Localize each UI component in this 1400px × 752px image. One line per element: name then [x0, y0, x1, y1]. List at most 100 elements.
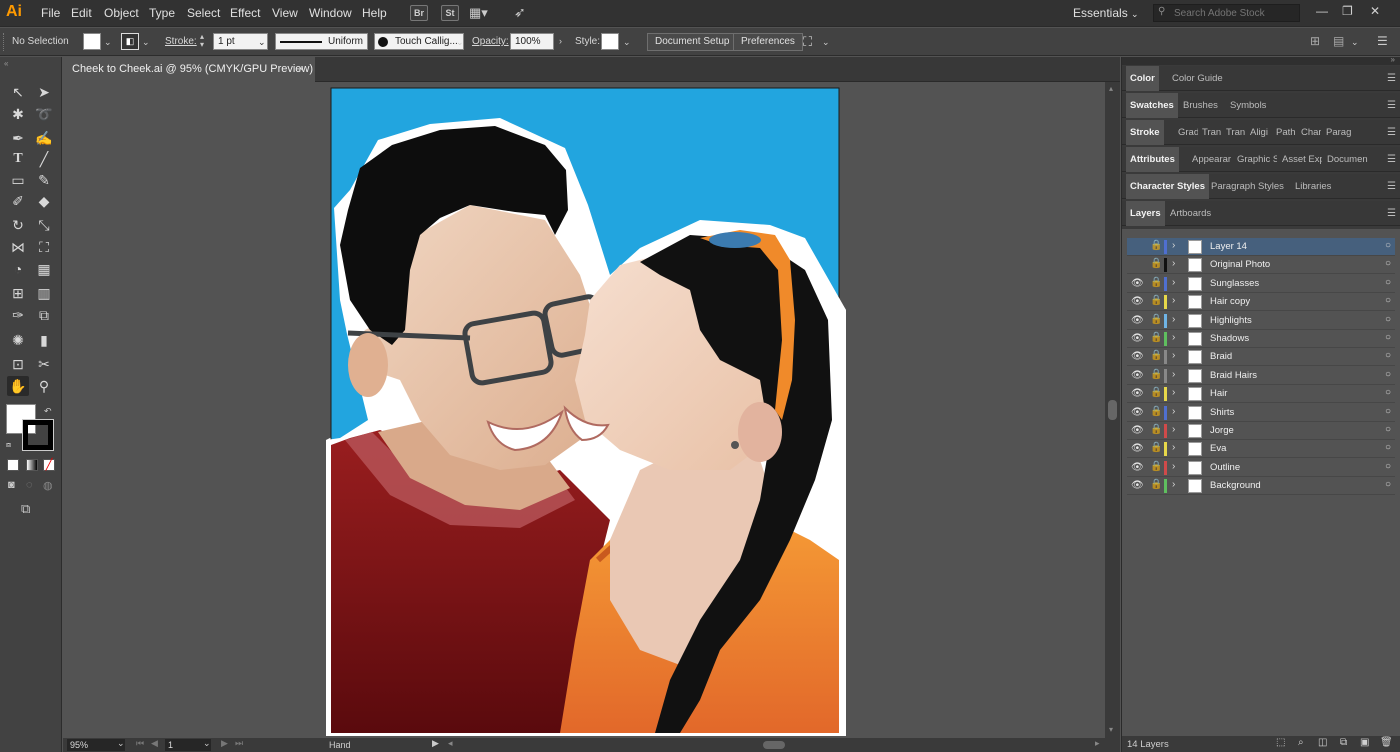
lock-toggle-icon[interactable]: 🔒	[1150, 406, 1162, 417]
symbol-sprayer-tool-icon[interactable]: ✺	[7, 330, 29, 350]
target-icon[interactable]: ○	[1385, 406, 1391, 417]
menu-object[interactable]: Object	[104, 6, 139, 20]
layer-row[interactable]: 👁 🔒 › Braid ○	[1127, 348, 1395, 367]
layer-name[interactable]: Jorge	[1210, 425, 1234, 436]
make-clipping-mask-icon[interactable]: ◫	[1318, 737, 1327, 748]
expand-layer-icon[interactable]: ›	[1172, 369, 1175, 380]
tab-transform[interactable]: Tran	[1222, 120, 1246, 145]
tab-attributes[interactable]: Attributes	[1126, 147, 1179, 172]
none-mode-icon[interactable]: ╱	[43, 459, 55, 471]
last-artboard-icon[interactable]: ⏭	[235, 738, 243, 749]
zoom-tool-icon[interactable]: ⚲	[33, 376, 55, 396]
type-tool-icon[interactable]: T	[7, 149, 29, 169]
layer-row[interactable]: 👁 🔒 › Jorge ○	[1127, 422, 1395, 440]
rectangle-tool-icon[interactable]: ▭	[7, 170, 29, 190]
minimize-icon[interactable]: —	[1316, 4, 1328, 18]
visibility-toggle-icon[interactable]: 👁	[1131, 407, 1144, 418]
select-similar-icon[interactable]: ⛶	[803, 34, 812, 50]
document-tab[interactable]: Cheek to Cheek.ai @ 95% (CMYK/GPU Previe…	[63, 57, 315, 82]
tab-color[interactable]: Color	[1126, 66, 1159, 91]
target-icon[interactable]: ○	[1385, 258, 1391, 269]
preferences-button[interactable]: Preferences	[733, 33, 803, 51]
expand-layer-icon[interactable]: ›	[1172, 442, 1175, 453]
eyedropper-tool-icon[interactable]: ✑	[7, 305, 29, 325]
align-icon[interactable]: ⊞	[1310, 34, 1320, 48]
expand-layer-icon[interactable]: ›	[1172, 314, 1175, 325]
target-icon[interactable]: ○	[1385, 479, 1391, 490]
tab-swatches[interactable]: Swatches	[1126, 93, 1178, 118]
chevron-right-icon[interactable]: ›	[559, 36, 562, 46]
menu-help[interactable]: Help	[362, 6, 387, 20]
layer-name[interactable]: Eva	[1210, 443, 1226, 454]
perspective-grid-tool-icon[interactable]: ▦	[33, 259, 55, 279]
create-sublayer-icon[interactable]: ⧉	[1340, 737, 1347, 748]
menu-select[interactable]: Select	[187, 6, 220, 20]
draw-behind-icon[interactable]: ◌	[26, 479, 33, 491]
layer-row[interactable]: 👁 🔒 › Outline ○	[1127, 459, 1395, 477]
menu-view[interactable]: View	[272, 6, 298, 20]
line-segment-tool-icon[interactable]: ╱	[33, 149, 55, 169]
visibility-toggle-icon[interactable]: 👁	[1131, 388, 1144, 399]
panel-menu-icon[interactable]: ☰	[1387, 208, 1396, 219]
chevron-down-icon[interactable]: ⌄	[822, 37, 830, 48]
panel-menu-icon[interactable]: ☰	[1387, 73, 1396, 84]
lock-toggle-icon[interactable]: 🔒	[1150, 442, 1162, 453]
lock-toggle-icon[interactable]: 🔒	[1150, 424, 1162, 435]
visibility-toggle-icon[interactable]: 👁	[1131, 443, 1144, 454]
layer-row[interactable]: 👁 🔒 › Sunglasses ○	[1127, 275, 1395, 293]
stroke-swatch[interactable]: ◧	[121, 33, 139, 50]
previous-artboard-icon[interactable]: ◀	[151, 738, 158, 749]
tab-artboards[interactable]: Artboards	[1166, 201, 1215, 226]
color-mode-icon[interactable]	[7, 459, 19, 471]
layer-row[interactable]: 👁 🔒 › Hair ○	[1127, 385, 1395, 404]
visibility-toggle-icon[interactable]: 👁	[1131, 278, 1144, 289]
lock-toggle-icon[interactable]: 🔒	[1150, 314, 1162, 325]
curvature-tool-icon[interactable]: ✍	[33, 128, 55, 148]
tab-transparency[interactable]: Tran	[1198, 120, 1222, 145]
draw-inside-icon[interactable]: ◍	[43, 479, 53, 492]
target-icon[interactable]: ○	[1385, 461, 1391, 472]
target-icon[interactable]: ○	[1385, 314, 1391, 325]
artboard-tool-icon[interactable]: ⊡	[7, 354, 29, 374]
layer-row[interactable]: 👁 🔒 › Shadows ○	[1127, 330, 1395, 348]
lock-toggle-icon[interactable]: 🔒	[1150, 295, 1162, 306]
chevron-down-icon[interactable]: ⌄	[456, 37, 464, 48]
lock-toggle-icon[interactable]: 🔒	[1150, 240, 1162, 251]
visibility-toggle-icon[interactable]: 👁	[1131, 333, 1144, 344]
lock-toggle-icon[interactable]: 🔒	[1150, 461, 1162, 472]
layer-name[interactable]: Layer 14	[1210, 241, 1247, 252]
tab-brushes[interactable]: Brushes	[1179, 93, 1222, 118]
opacity-label[interactable]: Opacity:	[472, 36, 509, 47]
layer-row[interactable]: 👁 🔒 › Eva ○	[1127, 440, 1395, 459]
target-icon[interactable]: ○	[1385, 240, 1391, 251]
tab-appearance[interactable]: Appearar	[1188, 147, 1232, 172]
layer-row[interactable]: 👁 🔒 › Shirts ○	[1127, 404, 1395, 422]
slice-tool-icon[interactable]: ✂	[33, 354, 55, 374]
magic-wand-tool-icon[interactable]: ✱	[7, 104, 29, 124]
delete-layer-icon[interactable]: 🗑	[1380, 737, 1393, 748]
rotate-tool-icon[interactable]: ↻	[7, 215, 29, 235]
lock-toggle-icon[interactable]: 🔒	[1150, 332, 1162, 343]
layer-name[interactable]: Highlights	[1210, 315, 1252, 326]
layer-row[interactable]: 👁 🔒 › Braid Hairs ○	[1127, 367, 1395, 385]
document-setup-button[interactable]: Document Setup	[647, 33, 738, 51]
visibility-toggle-icon[interactable]: 👁	[1131, 462, 1144, 473]
paintbrush-tool-icon[interactable]: ✎	[33, 170, 55, 190]
tab-paragraph[interactable]: Parag	[1322, 120, 1352, 145]
layer-name[interactable]: Background	[1210, 480, 1261, 491]
close-window-icon[interactable]: ✕	[1370, 4, 1380, 18]
chevron-down-icon[interactable]: ⌄	[203, 738, 211, 749]
scroll-right-icon[interactable]: ▸	[1095, 738, 1100, 749]
expand-layer-icon[interactable]: ›	[1172, 332, 1175, 343]
menu-type[interactable]: Type	[149, 6, 175, 20]
expand-layer-icon[interactable]: ›	[1172, 295, 1175, 306]
lock-toggle-icon[interactable]: 🔒	[1150, 277, 1162, 288]
pen-tool-icon[interactable]: ✒	[7, 128, 29, 148]
gradient-mode-icon[interactable]	[26, 459, 38, 471]
visibility-toggle-icon[interactable]: 👁	[1131, 370, 1144, 381]
stock-search-input[interactable]	[1153, 4, 1300, 22]
canvas[interactable]	[63, 82, 1105, 738]
collect-for-export-icon[interactable]: ⬚	[1276, 737, 1285, 748]
stroke-label[interactable]: Stroke:	[165, 36, 197, 47]
layer-name[interactable]: Hair	[1210, 388, 1227, 399]
